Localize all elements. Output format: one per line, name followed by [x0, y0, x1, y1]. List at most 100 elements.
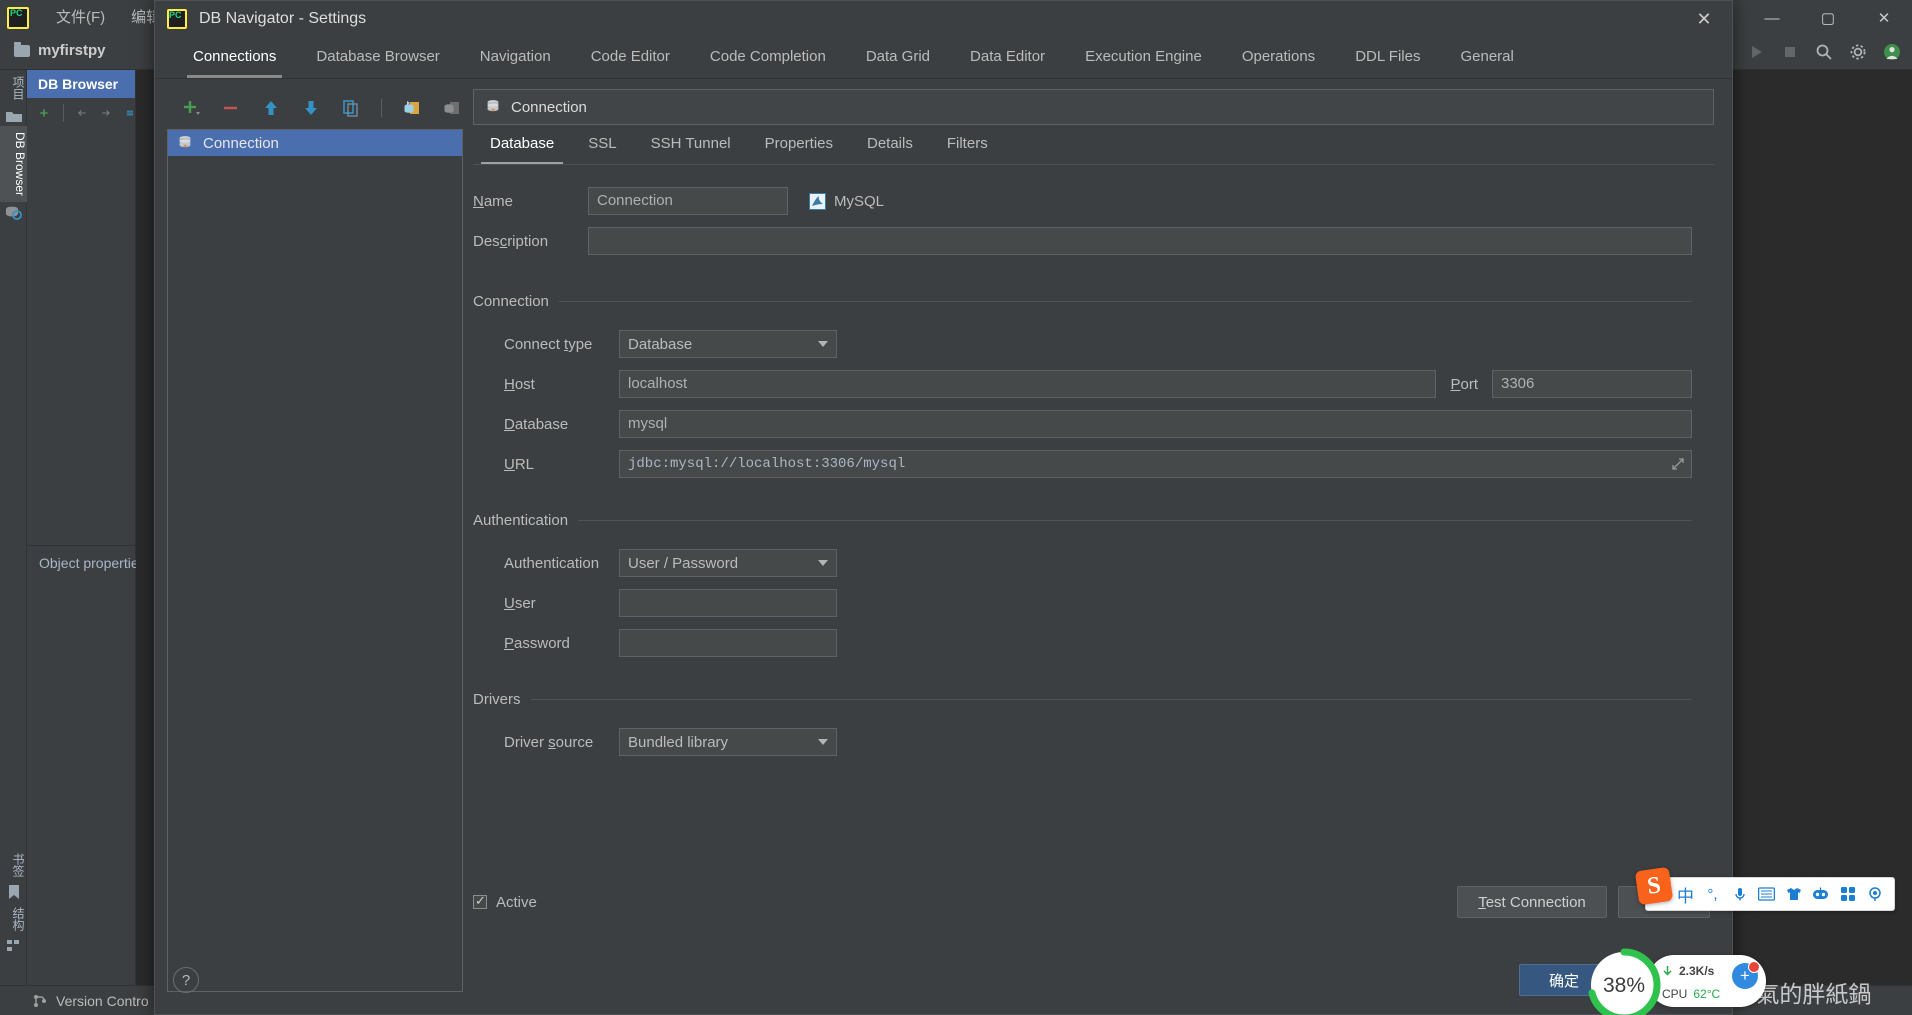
search-icon[interactable] — [1814, 42, 1834, 62]
pycharm-logo-icon — [7, 7, 29, 29]
ime-mode-chinese[interactable]: 中 — [1672, 877, 1699, 911]
driver-source-label: Driver source — [504, 733, 594, 751]
help-button[interactable]: ? — [173, 967, 199, 993]
tab-general[interactable]: General — [1440, 38, 1533, 78]
skin-icon[interactable] — [1780, 877, 1807, 911]
subtab-properties[interactable]: Properties — [748, 126, 850, 164]
subtab-filters[interactable]: Filters — [930, 126, 1005, 164]
toolbar-separator — [381, 99, 382, 117]
authentication-select[interactable]: User / Password — [619, 549, 837, 577]
activity-item-db-browser[interactable]: DB Browser — [0, 126, 27, 203]
robot-icon[interactable] — [1807, 877, 1834, 911]
tab-operations[interactable]: Operations — [1222, 38, 1335, 78]
toolbar-separator — [62, 104, 64, 122]
group-divider — [578, 520, 1692, 521]
network-speed-label: 2.3K/s — [1679, 963, 1715, 978]
add-badge-icon[interactable]: + — [1732, 961, 1760, 989]
port-label: Port — [1450, 375, 1478, 393]
menu-item-file[interactable]: 文件(F) — [43, 0, 118, 36]
chevron-down-icon — [818, 739, 828, 745]
tab-execution-engine[interactable]: Execution Engine — [1065, 38, 1222, 78]
tab-database-browser[interactable]: Database Browser — [296, 38, 459, 78]
remove-icon[interactable] — [221, 98, 241, 118]
sogou-logo-icon[interactable]: S — [1634, 866, 1674, 906]
active-checkbox[interactable]: Active — [473, 893, 537, 911]
back-arrow-icon[interactable] — [77, 105, 87, 121]
bookmark-icon — [8, 885, 19, 899]
subtab-details[interactable]: Details — [850, 126, 930, 164]
driver-source-select[interactable]: Bundled library — [619, 728, 837, 756]
run-icon[interactable] — [1746, 42, 1766, 62]
list-item-label: Connection — [203, 134, 279, 152]
port-input[interactable]: 3306 — [1492, 370, 1692, 398]
sogou-ime-toolbar: 中 °, — [1645, 877, 1895, 911]
cpu-label: CPU — [1662, 986, 1688, 1001]
export-connection-icon[interactable] — [442, 98, 462, 118]
expand-icon[interactable] — [1671, 457, 1685, 471]
tab-code-editor[interactable]: Code Editor — [571, 38, 690, 78]
screen: 文件(F) 编辑( — ▢ ✕ myfirstpy 项目 DB B — [0, 0, 1912, 1015]
apps-grid-icon[interactable] — [1834, 877, 1861, 911]
activity-item-structure[interactable]: 结构 — [0, 901, 27, 937]
subtab-database[interactable]: Database — [473, 126, 571, 164]
name-input[interactable]: Connection — [588, 187, 788, 215]
database-input[interactable]: mysql — [619, 410, 1692, 438]
connect-type-row: Connect type Database — [473, 330, 1714, 358]
connection-settings-header: Connection — [473, 89, 1714, 125]
cpu-usage-dial[interactable]: 38% — [1587, 948, 1661, 1015]
activity-item-bookmarks[interactable]: 书签 — [0, 847, 27, 883]
checkbox-box[interactable] — [473, 893, 487, 909]
test-connection-button[interactable]: Test Connection — [1457, 886, 1607, 918]
gear-icon[interactable] — [1848, 42, 1868, 62]
connections-list[interactable]: Connection — [167, 129, 463, 992]
keyboard-icon[interactable] — [1753, 877, 1780, 911]
host-input[interactable]: localhost — [619, 370, 1437, 398]
description-input[interactable] — [588, 227, 1692, 255]
list-item[interactable]: Connection — [168, 130, 462, 156]
folder-icon — [14, 41, 30, 57]
tab-data-grid[interactable]: Data Grid — [846, 38, 950, 78]
ide-close-button[interactable]: ✕ — [1856, 0, 1912, 36]
subtab-ssh-tunnel[interactable]: SSH Tunnel — [634, 126, 748, 164]
description-row: Description — [473, 227, 1714, 255]
chevron-down-icon — [818, 341, 828, 347]
ide-maximize-button[interactable]: ▢ — [1800, 0, 1856, 36]
move-up-icon[interactable] — [261, 98, 281, 118]
lamp-icon[interactable] — [1861, 877, 1888, 911]
ide-window-buttons: — ▢ ✕ — [1744, 0, 1912, 36]
activity-item-project[interactable]: 项目 — [0, 70, 27, 106]
url-input[interactable]: jdbc:mysql://localhost:3306/mysql — [619, 450, 1692, 478]
host-row: Host localhost Port 3306 — [473, 370, 1714, 398]
version-control-label[interactable]: Version Contro — [56, 993, 149, 1009]
settings-tab-bar: Connections Database Browser Navigation … — [155, 37, 1732, 79]
move-down-icon[interactable] — [301, 98, 321, 118]
connection-sub-tab-bar: Database SSL SSH Tunnel Properties Detai… — [473, 125, 1714, 165]
ime-punctuation-toggle[interactable]: °, — [1699, 877, 1726, 911]
database-type: MySQL — [809, 192, 884, 210]
tab-navigation[interactable]: Navigation — [460, 38, 571, 78]
duplicate-icon[interactable] — [341, 98, 361, 118]
database-row: Database mysql — [473, 410, 1714, 438]
password-input[interactable] — [619, 629, 837, 657]
tab-data-editor[interactable]: Data Editor — [950, 38, 1065, 78]
project-name-label: myfirstpy — [38, 42, 106, 59]
drivers-group: Drivers — [473, 691, 1714, 708]
tab-connections[interactable]: Connections — [173, 38, 296, 78]
user-input[interactable] — [619, 589, 837, 617]
forward-arrow-icon[interactable] — [101, 105, 111, 121]
name-label: Name — [473, 192, 514, 210]
authentication-value: User / Password — [628, 554, 739, 572]
subtab-ssl[interactable]: SSL — [571, 126, 633, 164]
collapse-all-icon[interactable] — [125, 105, 135, 121]
tab-code-completion[interactable]: Code Completion — [690, 38, 846, 78]
add-icon[interactable] — [181, 98, 201, 118]
avatar-icon[interactable] — [1882, 42, 1902, 62]
import-connection-icon[interactable] — [402, 98, 422, 118]
tab-ddl-files[interactable]: DDL Files — [1335, 38, 1440, 78]
connect-type-select[interactable]: Database — [619, 330, 837, 358]
dialog-close-button[interactable]: ✕ — [1676, 1, 1732, 37]
ide-minimize-button[interactable]: — — [1744, 0, 1800, 36]
microphone-icon[interactable] — [1726, 877, 1753, 911]
stop-icon[interactable] — [1780, 42, 1800, 62]
add-connection-icon[interactable] — [39, 105, 49, 121]
